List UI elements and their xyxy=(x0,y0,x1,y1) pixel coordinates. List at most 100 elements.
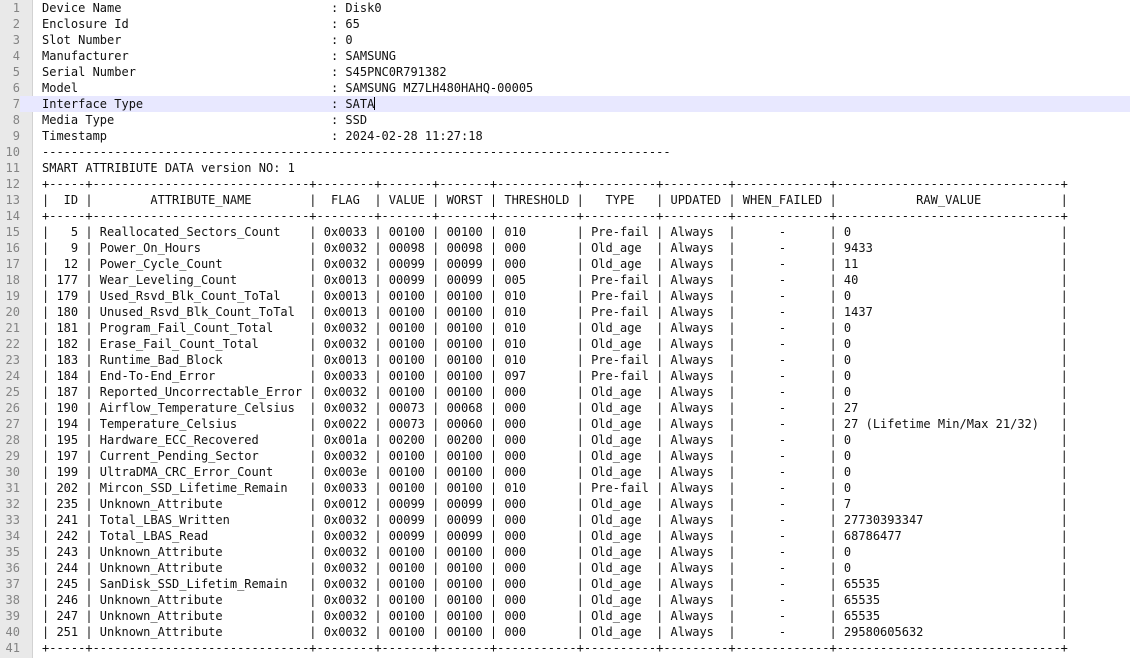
line-number[interactable]: 8 xyxy=(0,112,20,128)
line-number[interactable]: 14 xyxy=(0,208,20,224)
line-text[interactable]: | 190 | Airflow_Temperature_Celsius | 0x… xyxy=(20,400,1130,416)
line-number[interactable]: 36 xyxy=(0,560,20,576)
line-text[interactable]: Device Name : Disk0 xyxy=(20,0,1130,16)
line-text[interactable]: | 180 | Unused_Rsvd_Blk_Count_ToTal | 0x… xyxy=(20,304,1130,320)
line-number[interactable]: 27 xyxy=(0,416,20,432)
editor-line[interactable]: 10--------------------------------------… xyxy=(0,144,1130,160)
line-text[interactable]: | 5 | Reallocated_Sectors_Count | 0x0033… xyxy=(20,224,1130,240)
editor-line[interactable]: 26| 190 | Airflow_Temperature_Celsius | … xyxy=(0,400,1130,416)
editor-line[interactable]: 34| 242 | Total_LBAS_Read | 0x0032 | 000… xyxy=(0,528,1130,544)
line-text[interactable]: | 183 | Runtime_Bad_Block | 0x0013 | 001… xyxy=(20,352,1130,368)
line-number[interactable]: 7 xyxy=(0,96,20,112)
line-number[interactable]: 18 xyxy=(0,272,20,288)
line-number[interactable]: 17 xyxy=(0,256,20,272)
line-number[interactable]: 13 xyxy=(0,192,20,208)
editor-line[interactable]: 28| 195 | Hardware_ECC_Recovered | 0x001… xyxy=(0,432,1130,448)
editor-line[interactable]: 3Slot Number : 0 xyxy=(0,32,1130,48)
line-text[interactable]: | 194 | Temperature_Celsius | 0x0022 | 0… xyxy=(20,416,1130,432)
line-number[interactable]: 33 xyxy=(0,512,20,528)
editor-line[interactable]: 15| 5 | Reallocated_Sectors_Count | 0x00… xyxy=(0,224,1130,240)
line-number[interactable]: 6 xyxy=(0,80,20,96)
line-number[interactable]: 19 xyxy=(0,288,20,304)
line-number[interactable]: 29 xyxy=(0,448,20,464)
editor-line[interactable]: 31| 202 | Mircon_SSD_Lifetime_Remain | 0… xyxy=(0,480,1130,496)
line-text[interactable]: | 9 | Power_On_Hours | 0x0032 | 00098 | … xyxy=(20,240,1130,256)
line-number[interactable]: 20 xyxy=(0,304,20,320)
editor-line[interactable]: 29| 197 | Current_Pending_Sector | 0x003… xyxy=(0,448,1130,464)
editor-line[interactable]: 41+-----+------------------------------+… xyxy=(0,640,1130,656)
line-number[interactable]: 41 xyxy=(0,640,20,656)
line-text[interactable]: Enclosure Id : 65 xyxy=(20,16,1130,32)
editor-lines[interactable]: 1Device Name : Disk02Enclosure Id : 653S… xyxy=(0,0,1130,656)
editor-line[interactable]: 21| 181 | Program_Fail_Count_Total | 0x0… xyxy=(0,320,1130,336)
line-text[interactable]: | ID | ATTRIBUTE_NAME | FLAG | VALUE | W… xyxy=(20,192,1130,208)
line-text[interactable]: Serial Number : S45PNC0R791382 xyxy=(20,64,1130,80)
editor-line[interactable]: 13| ID | ATTRIBUTE_NAME | FLAG | VALUE |… xyxy=(0,192,1130,208)
line-text[interactable]: | 235 | Unknown_Attribute | 0x0012 | 000… xyxy=(20,496,1130,512)
line-text[interactable]: | 245 | SanDisk_SSD_Lifetim_Remain | 0x0… xyxy=(20,576,1130,592)
editor-line[interactable]: 6Model : SAMSUNG MZ7LH480HAHQ-00005 xyxy=(0,80,1130,96)
editor-line[interactable]: 27| 194 | Temperature_Celsius | 0x0022 |… xyxy=(0,416,1130,432)
line-number[interactable]: 32 xyxy=(0,496,20,512)
line-text[interactable]: | 242 | Total_LBAS_Read | 0x0032 | 00099… xyxy=(20,528,1130,544)
editor-line[interactable]: 8Media Type : SSD xyxy=(0,112,1130,128)
editor-line[interactable]: 38| 246 | Unknown_Attribute | 0x0032 | 0… xyxy=(0,592,1130,608)
line-text[interactable]: SMART ATTRIBIUTE DATA version NO: 1 xyxy=(20,160,1130,176)
line-text[interactable]: | 181 | Program_Fail_Count_Total | 0x003… xyxy=(20,320,1130,336)
line-number[interactable]: 31 xyxy=(0,480,20,496)
line-text[interactable]: Manufacturer : SAMSUNG xyxy=(20,48,1130,64)
line-number[interactable]: 26 xyxy=(0,400,20,416)
line-number[interactable]: 16 xyxy=(0,240,20,256)
line-text[interactable]: | 12 | Power_Cycle_Count | 0x0032 | 0009… xyxy=(20,256,1130,272)
line-number[interactable]: 34 xyxy=(0,528,20,544)
line-text[interactable]: | 244 | Unknown_Attribute | 0x0032 | 001… xyxy=(20,560,1130,576)
line-number[interactable]: 30 xyxy=(0,464,20,480)
editor-line[interactable]: 1Device Name : Disk0 xyxy=(0,0,1130,16)
editor-line[interactable]: 37| 245 | SanDisk_SSD_Lifetim_Remain | 0… xyxy=(0,576,1130,592)
editor-line[interactable]: 9Timestamp : 2024-02-28 11:27:18 xyxy=(0,128,1130,144)
line-number[interactable]: 25 xyxy=(0,384,20,400)
line-number[interactable]: 22 xyxy=(0,336,20,352)
line-number[interactable]: 15 xyxy=(0,224,20,240)
editor-line[interactable]: 18| 177 | Wear_Leveling_Count | 0x0013 |… xyxy=(0,272,1130,288)
line-text[interactable]: | 241 | Total_LBAS_Written | 0x0032 | 00… xyxy=(20,512,1130,528)
line-number[interactable]: 3 xyxy=(0,32,20,48)
text-editor[interactable]: 1Device Name : Disk02Enclosure Id : 653S… xyxy=(0,0,1130,658)
line-number[interactable]: 39 xyxy=(0,608,20,624)
editor-line[interactable]: 23| 183 | Runtime_Bad_Block | 0x0013 | 0… xyxy=(0,352,1130,368)
editor-line[interactable]: 22| 182 | Erase_Fail_Count_Total | 0x003… xyxy=(0,336,1130,352)
line-number[interactable]: 24 xyxy=(0,368,20,384)
editor-line[interactable]: 30| 199 | UltraDMA_CRC_Error_Count | 0x0… xyxy=(0,464,1130,480)
line-text[interactable]: +-----+------------------------------+--… xyxy=(20,176,1130,192)
editor-line[interactable]: 16| 9 | Power_On_Hours | 0x0032 | 00098 … xyxy=(0,240,1130,256)
line-number[interactable]: 21 xyxy=(0,320,20,336)
editor-line[interactable]: 40| 251 | Unknown_Attribute | 0x0032 | 0… xyxy=(0,624,1130,640)
editor-line[interactable]: 4Manufacturer : SAMSUNG xyxy=(0,48,1130,64)
line-text[interactable]: Model : SAMSUNG MZ7LH480HAHQ-00005 xyxy=(20,80,1130,96)
editor-line[interactable]: 39| 247 | Unknown_Attribute | 0x0032 | 0… xyxy=(0,608,1130,624)
line-text[interactable]: +-----+------------------------------+--… xyxy=(20,208,1130,224)
line-text[interactable]: +-----+------------------------------+--… xyxy=(20,640,1130,656)
line-number[interactable]: 37 xyxy=(0,576,20,592)
line-number[interactable]: 38 xyxy=(0,592,20,608)
line-number[interactable]: 10 xyxy=(0,144,20,160)
editor-line[interactable]: 17| 12 | Power_Cycle_Count | 0x0032 | 00… xyxy=(0,256,1130,272)
line-text[interactable]: | 195 | Hardware_ECC_Recovered | 0x001a … xyxy=(20,432,1130,448)
editor-line[interactable]: 5Serial Number : S45PNC0R791382 xyxy=(0,64,1130,80)
line-text[interactable]: | 179 | Used_Rsvd_Blk_Count_ToTal | 0x00… xyxy=(20,288,1130,304)
line-text[interactable]: | 251 | Unknown_Attribute | 0x0032 | 001… xyxy=(20,624,1130,640)
editor-line[interactable]: 20| 180 | Unused_Rsvd_Blk_Count_ToTal | … xyxy=(0,304,1130,320)
line-text[interactable]: Slot Number : 0 xyxy=(20,32,1130,48)
line-text[interactable]: | 246 | Unknown_Attribute | 0x0032 | 001… xyxy=(20,592,1130,608)
line-number[interactable]: 12 xyxy=(0,176,20,192)
line-number[interactable]: 4 xyxy=(0,48,20,64)
editor-line[interactable]: 14+-----+------------------------------+… xyxy=(0,208,1130,224)
editor-line[interactable]: 11SMART ATTRIBIUTE DATA version NO: 1 xyxy=(0,160,1130,176)
editor-line[interactable]: 25| 187 | Reported_Uncorrectable_Error |… xyxy=(0,384,1130,400)
editor-line[interactable]: 35| 243 | Unknown_Attribute | 0x0032 | 0… xyxy=(0,544,1130,560)
line-text[interactable]: | 247 | Unknown_Attribute | 0x0032 | 001… xyxy=(20,608,1130,624)
line-text[interactable]: Media Type : SSD xyxy=(20,112,1130,128)
line-number[interactable]: 1 xyxy=(0,0,20,16)
line-text[interactable]: ----------------------------------------… xyxy=(20,144,1130,160)
line-text[interactable]: | 187 | Reported_Uncorrectable_Error | 0… xyxy=(20,384,1130,400)
